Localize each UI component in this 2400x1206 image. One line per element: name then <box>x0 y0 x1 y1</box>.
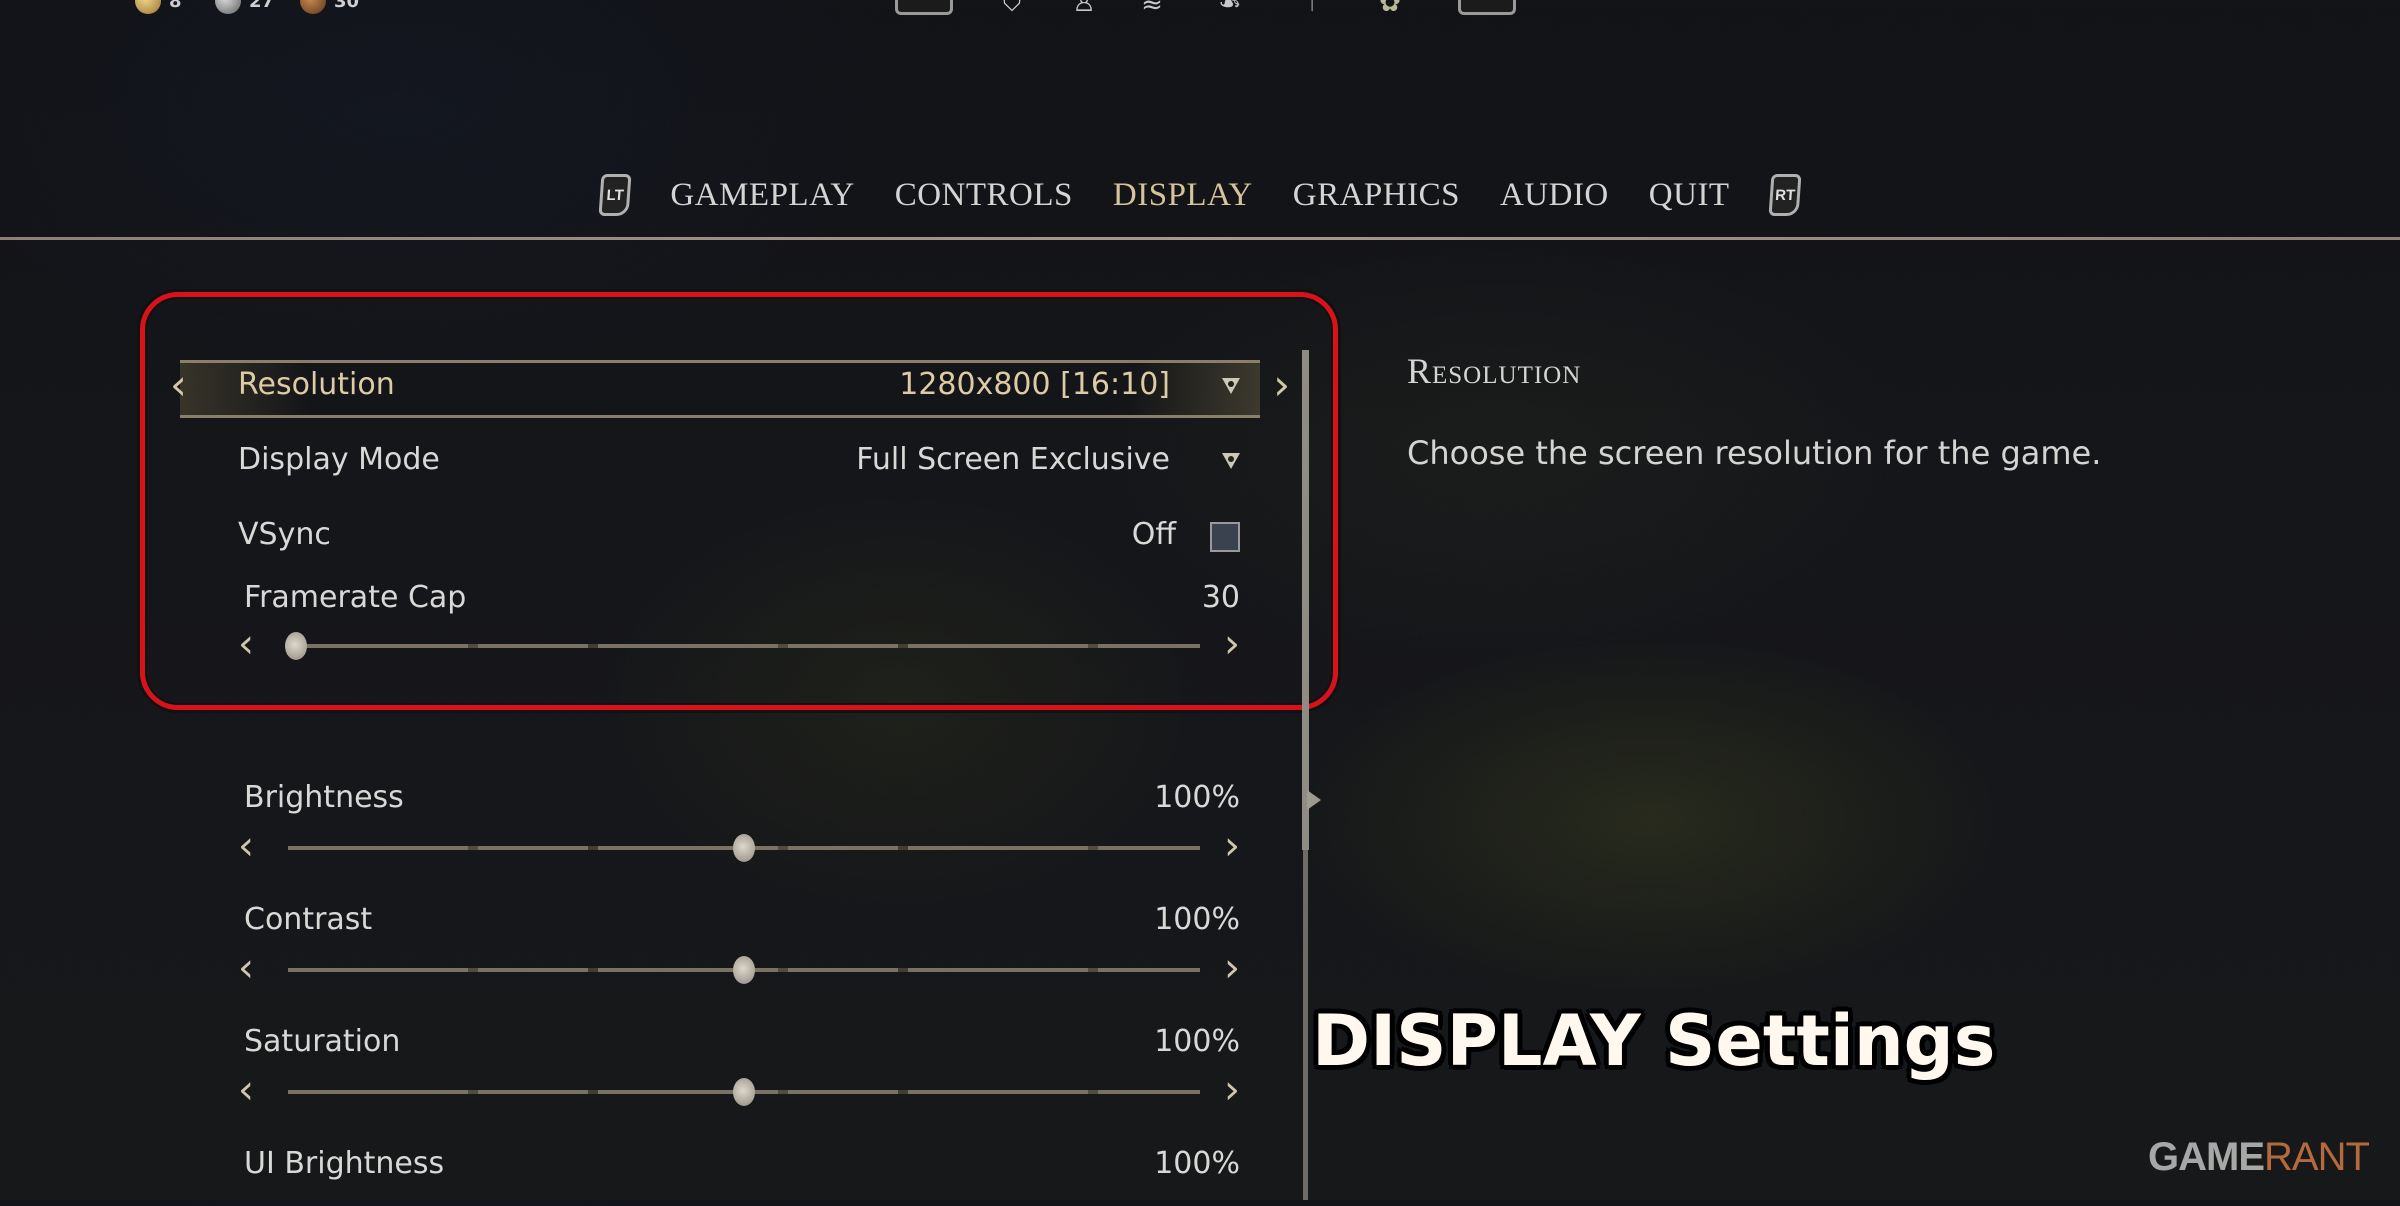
description-body: Choose the screen resolution for the gam… <box>1407 434 2102 472</box>
ui-brightness-value: 100% <box>1154 1146 1240 1181</box>
gold-coin-icon <box>135 0 161 14</box>
slider-thumb[interactable] <box>733 834 755 862</box>
setting-brightness: Brightness 100% ‹ › <box>200 780 1240 890</box>
setting-saturation: Saturation 100% ‹ › <box>200 1024 1240 1134</box>
tab-graphics[interactable]: GRAPHICS <box>1293 177 1460 214</box>
watermark-part-game: GAME <box>2148 1135 2265 1179</box>
bronze-coin-icon <box>300 0 326 14</box>
rt-trigger-icon[interactable]: RT <box>1768 174 1802 216</box>
slider-right-arrow-icon[interactable]: › <box>1224 1068 1240 1112</box>
scrollbar-handle-icon[interactable] <box>1307 790 1321 810</box>
character-icon[interactable]: ♙ <box>1062 0 1106 18</box>
setting-contrast: Contrast 100% ‹ › <box>200 902 1240 1012</box>
journal-icon[interactable]: ≋ <box>1130 0 1174 18</box>
skills-icon[interactable]: ⚚ <box>1290 0 1334 18</box>
lt-trigger-icon[interactable]: LT <box>598 174 632 216</box>
brightness-value: 100% <box>1154 780 1240 815</box>
tab-audio[interactable]: AUDIO <box>1500 177 1609 214</box>
ui-brightness-label: UI Brightness <box>244 1146 445 1181</box>
settings-gear-icon[interactable]: ✿ <box>1368 0 1412 18</box>
resource-gold-value: 8 <box>169 0 182 12</box>
tab-display[interactable]: DISPLAY <box>1113 177 1253 214</box>
shield-icon[interactable]: ⛉ <box>990 0 1034 18</box>
contrast-slider[interactable]: ‹ › <box>200 944 1240 994</box>
saturation-slider[interactable]: ‹ › <box>200 1066 1240 1116</box>
contrast-value: 100% <box>1154 902 1240 937</box>
slider-left-arrow-icon[interactable]: ‹ <box>238 946 254 990</box>
scrollbar-thumb[interactable] <box>1302 350 1309 850</box>
tab-controls[interactable]: CONTROLS <box>895 177 1073 214</box>
overlay-caption: DISPLAY Settings <box>1312 1000 1996 1082</box>
tabs-divider <box>0 237 2400 240</box>
tab-quit[interactable]: QUIT <box>1649 177 1730 214</box>
tab-gameplay[interactable]: GAMEPLAY <box>670 177 854 214</box>
slider-thumb[interactable] <box>733 1078 755 1106</box>
description-title: Resolution <box>1407 351 1582 391</box>
resource-bronze-value: 30 <box>334 0 360 12</box>
brightness-label: Brightness <box>244 780 404 815</box>
resource-gold: 8 <box>135 0 182 14</box>
resource-bronze: 30 <box>300 0 359 14</box>
watermark-part-rant: RANT <box>2264 1135 2370 1179</box>
saturation-value: 100% <box>1154 1024 1240 1059</box>
map-creature-icon[interactable]: ☙ <box>1208 0 1252 18</box>
slider-thumb[interactable] <box>733 956 755 984</box>
slider-left-arrow-icon[interactable]: ‹ <box>238 1068 254 1112</box>
slider-left-arrow-icon[interactable]: ‹ <box>238 824 254 868</box>
gamerant-watermark: GAMERANT <box>2148 1135 2370 1180</box>
lb-button-icon[interactable] <box>895 0 953 15</box>
contrast-label: Contrast <box>244 902 373 937</box>
silver-coin-icon <box>215 0 241 14</box>
rb-button-icon[interactable] <box>1458 0 1516 15</box>
resource-silver-value: 27 <box>249 0 275 12</box>
brightness-slider[interactable]: ‹ › <box>200 822 1240 872</box>
slider-right-arrow-icon[interactable]: › <box>1224 824 1240 868</box>
settings-tabs: LT GAMEPLAY CONTROLS DISPLAY GRAPHICS AU… <box>598 170 1802 220</box>
slider-right-arrow-icon[interactable]: › <box>1224 946 1240 990</box>
setting-ui-brightness: UI Brightness 100% <box>200 1146 1240 1206</box>
saturation-label: Saturation <box>244 1024 401 1059</box>
highlight-annotation-box <box>140 292 1338 710</box>
resource-silver: 27 <box>215 0 274 14</box>
